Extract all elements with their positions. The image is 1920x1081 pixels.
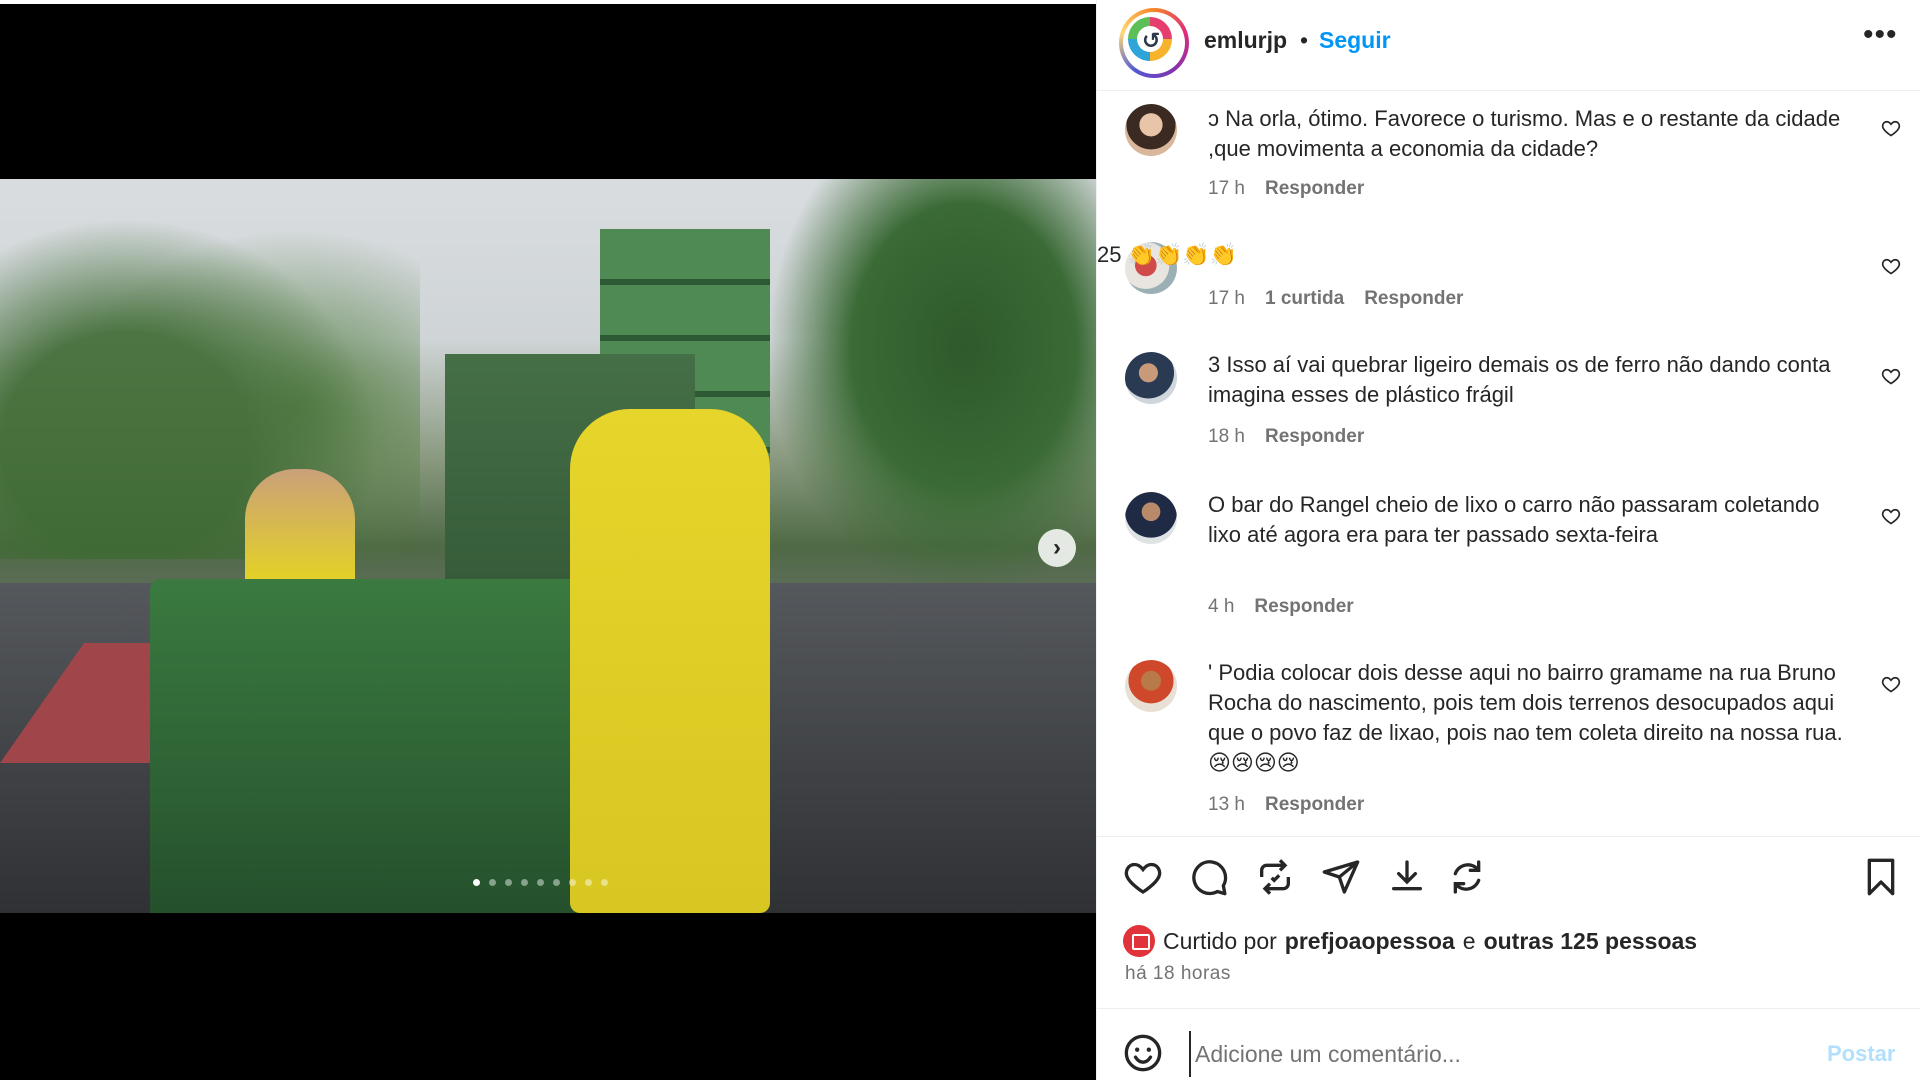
comment-composer: Postar [1097,1008,1920,1081]
comment-text: ɔ Na orla, ótimo. Favorece o turismo. Ma… [1208,106,1841,161]
photo-trees-left [0,179,420,559]
carousel-dot[interactable] [505,879,512,886]
post-details-panel: ↺ emlurjp • Seguir ••• ɔ Na orla, ótimo.… [1096,0,1920,1080]
commenter-avatar[interactable] [1125,352,1177,404]
comment-input[interactable] [1189,1031,1757,1077]
commenter-avatar[interactable] [1125,492,1177,544]
heart-icon[interactable] [1881,506,1901,526]
follow-button[interactable]: Seguir [1319,27,1391,54]
share-send-icon[interactable] [1321,857,1361,897]
repost-icon[interactable] [1255,857,1295,897]
carousel-dot[interactable] [537,879,544,886]
comment-time: 17 h [1208,178,1245,199]
liker-avatar[interactable] [1123,925,1155,957]
comment-time: 4 h [1208,596,1235,617]
post-photo[interactable] [0,179,1096,913]
carousel-dot[interactable] [473,879,480,886]
carousel-dots [473,879,608,886]
reply-button[interactable]: Responder [1364,288,1463,310]
carousel-dot[interactable] [489,879,496,886]
chevron-right-icon: › [1053,534,1061,561]
download-icon[interactable] [1387,857,1427,897]
reply-button[interactable]: Responder [1265,426,1364,448]
comment-time: 13 h [1208,794,1245,815]
post-header: ↺ emlurjp • Seguir ••• [1097,0,1920,91]
comment-text: O bar do Rangel cheio de lixo o carro nã… [1208,492,1820,547]
more-options-icon[interactable]: ••• [1863,18,1898,52]
liked-by-others[interactable]: outras 125 pessoas [1484,928,1698,955]
comment-text: 25 👏👏👏👏 [1097,242,1238,267]
comment-likes[interactable]: 1 curtida [1265,288,1344,310]
post-actions: Curtido por prefjoaopessoa e outras 125 … [1097,836,1920,1037]
author-avatar[interactable]: ↺ [1119,8,1189,78]
comment-meta: 17 h 1 curtida Responder [1208,288,1463,310]
carousel-dot[interactable] [521,879,528,886]
liked-by-prefix: Curtido por [1163,927,1277,954]
carousel-dot[interactable] [553,879,560,886]
reply-button[interactable]: Responder [1265,178,1364,200]
heart-icon[interactable] [1881,118,1901,138]
comment-meta: 17 h Responder [1208,178,1364,200]
heart-icon[interactable] [1881,256,1901,276]
reply-button[interactable]: Responder [1254,596,1353,618]
heart-icon[interactable] [1881,366,1901,386]
carousel-dot[interactable] [601,879,608,886]
commenter-avatar[interactable] [1125,660,1177,712]
comment-meta: 18 h Responder [1208,426,1364,448]
post-comment-button[interactable]: Postar [1827,1041,1895,1067]
author-username[interactable]: emlurjp [1204,27,1287,54]
comment-bubble-icon[interactable] [1189,857,1229,897]
carousel-dot[interactable] [585,879,592,886]
liked-by-conj: e [1462,927,1476,954]
liked-by-user[interactable]: prefjoaopessoa [1285,928,1455,955]
liked-by-line: Curtido por prefjoaopessoa e outras 125 … [1123,925,1697,957]
arrow-logo-icon: ↺ [1142,28,1161,53]
comment-text: ' Podia colocar dois desse aqui no bairr… [1208,660,1843,775]
carousel-dot[interactable] [569,879,576,886]
comment-meta: 4 h Responder [1208,596,1354,618]
comment-time: 18 h [1208,426,1245,447]
post-time-ago[interactable]: há 18 horas [1125,963,1231,985]
comment-time: 17 h [1208,288,1245,309]
like-heart-icon[interactable] [1123,857,1163,897]
comment-meta: 13 h Responder [1208,794,1364,816]
heart-icon[interactable] [1881,674,1901,694]
header-separator: • [1300,27,1309,53]
reply-button[interactable]: Responder [1265,794,1364,816]
refresh-icon[interactable] [1447,857,1487,897]
comment-text: 3 Isso aí vai quebrar ligeiro demais os … [1208,352,1831,407]
photo-worker-yellow [570,409,770,913]
emoji-smile-icon[interactable] [1123,1033,1163,1073]
commenter-avatar[interactable] [1125,104,1177,156]
bookmark-icon[interactable] [1861,857,1901,897]
post-media: › [0,4,1096,1080]
carousel-next-button[interactable]: › [1038,529,1076,567]
